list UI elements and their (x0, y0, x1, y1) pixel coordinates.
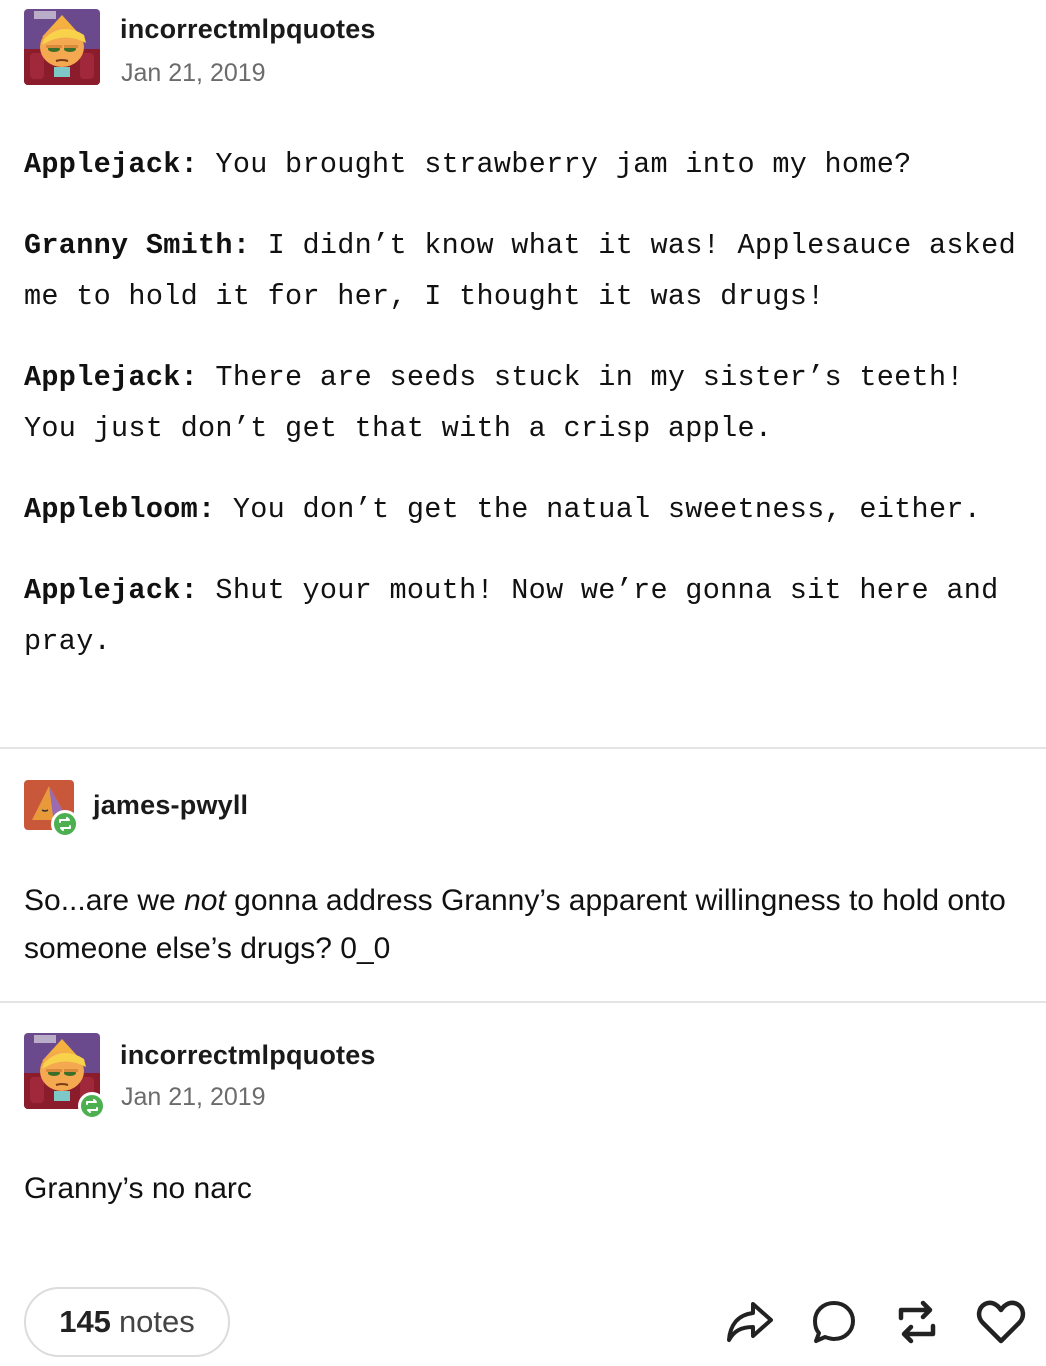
chat-line: Applejack: You brought strawberry jam in… (24, 139, 1029, 190)
reply-icon[interactable] (808, 1296, 860, 1348)
reblog-badge-icon (51, 810, 79, 838)
like-icon[interactable] (975, 1296, 1027, 1348)
chat-speaker: Applejack: (24, 148, 199, 181)
divider (0, 1001, 1046, 1003)
post-date[interactable]: Jan 21, 2019 (121, 59, 266, 88)
notes-label: notes (118, 1304, 195, 1339)
chat-line: Applejack: Shut your mouth! Now we’re go… (24, 565, 1029, 667)
chat-speaker: Applebloom: (24, 493, 216, 526)
chat-text: You brought strawberry jam into my home? (198, 148, 912, 181)
share-icon[interactable] (724, 1296, 776, 1348)
reblog1-text-part: So...are we (24, 884, 185, 917)
chat-speaker: Granny Smith: (24, 229, 251, 262)
reblog2-date[interactable]: Jan 21, 2019 (121, 1083, 266, 1112)
reblog1-text-italic: not (184, 884, 226, 917)
reblog1-text: So...are we not gonna address Granny’s a… (24, 877, 1024, 973)
post-author[interactable]: incorrectmlpquotes (120, 14, 376, 45)
reblog2-text: Granny’s no narc (24, 1172, 252, 1205)
chat-speaker: Applejack: (24, 574, 199, 607)
reblog1-author[interactable]: james-pwyll (93, 790, 248, 821)
chat-line: Applebloom: You don’t get the natual swe… (24, 484, 1029, 535)
reblog2-author[interactable]: incorrectmlpquotes (120, 1040, 376, 1071)
chat-line: Granny Smith: I didn’t know what it was!… (24, 220, 1029, 322)
chat-text: You don’t get the natual sweetness, eith… (215, 493, 982, 526)
chat-speaker: Applejack: (24, 361, 199, 394)
reblog-icon[interactable] (891, 1296, 943, 1348)
notes-count: 145 (59, 1304, 111, 1339)
notes-button[interactable]: 145 notes (24, 1287, 230, 1357)
avatar-incorrectmlpquotes[interactable] (24, 9, 100, 85)
divider (0, 747, 1046, 749)
chat-post-body: Applejack: You brought strawberry jam in… (24, 139, 1029, 697)
applejack-avatar-image (24, 9, 100, 85)
reblog-badge-icon (78, 1092, 106, 1120)
chat-line: Applejack: There are seeds stuck in my s… (24, 352, 1029, 454)
